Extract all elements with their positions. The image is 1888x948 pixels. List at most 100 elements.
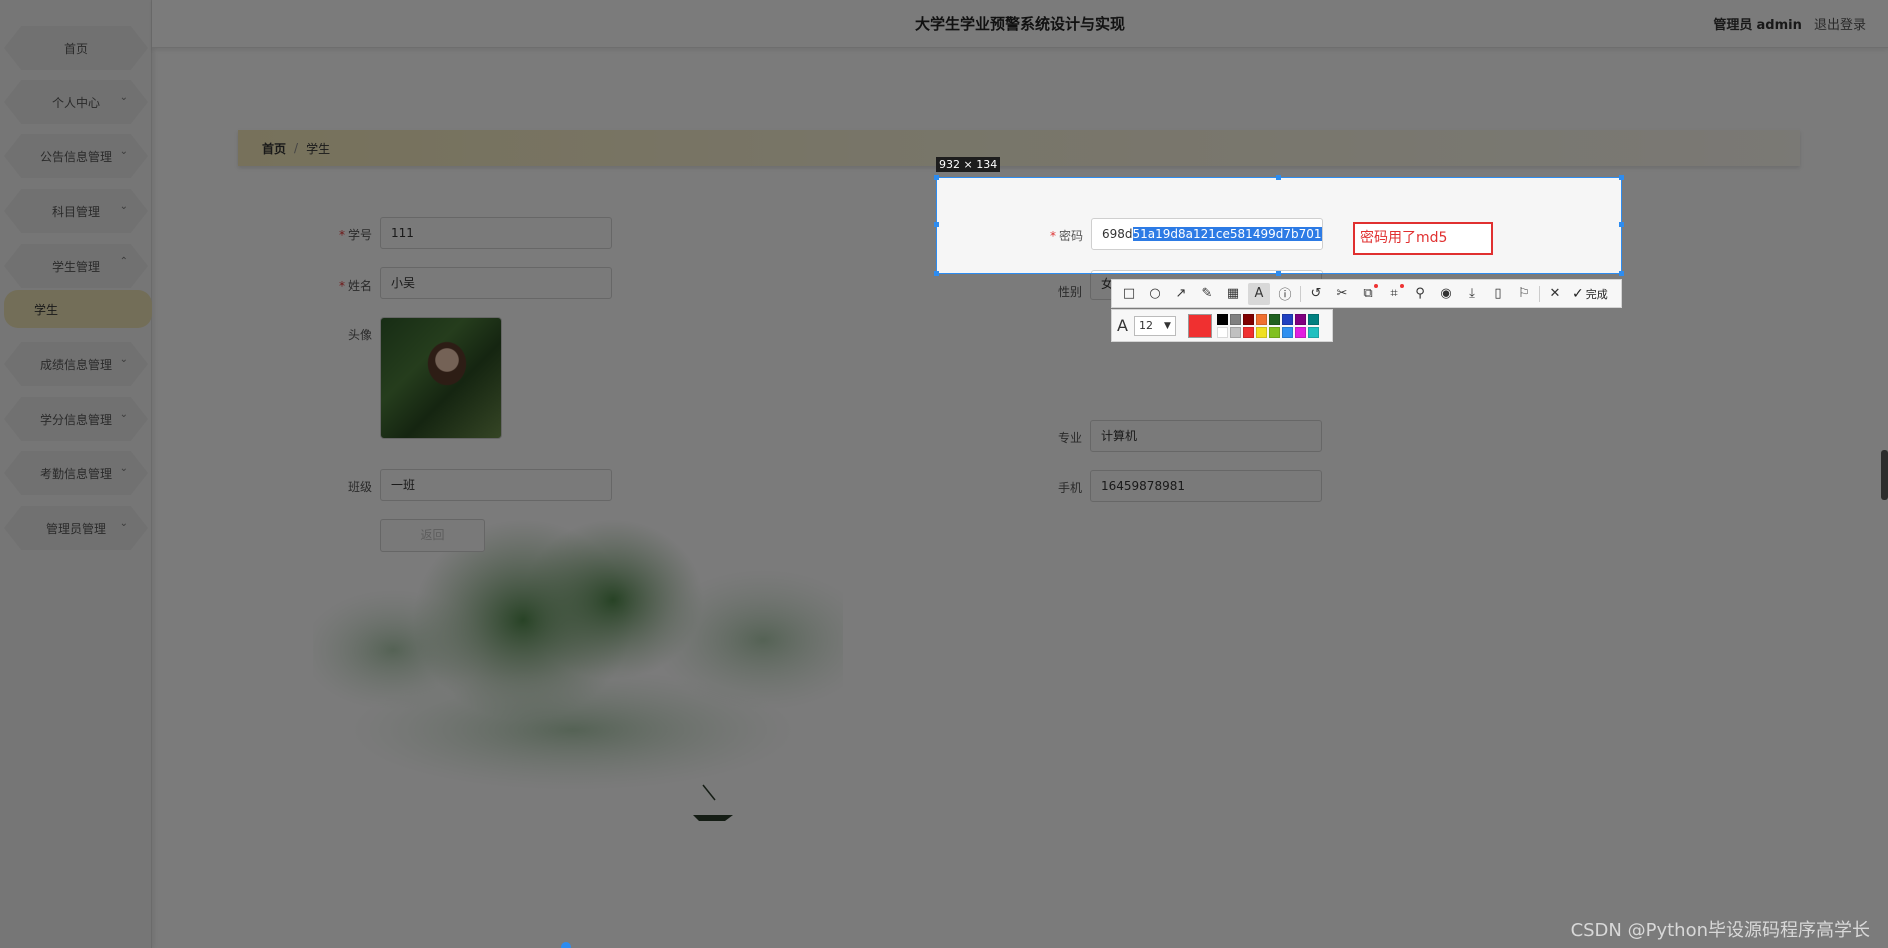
color-swatch[interactable] (1242, 326, 1254, 338)
page-scrollbar[interactable] (1881, 450, 1888, 500)
bookmark-icon[interactable]: ⚐ (1513, 283, 1535, 305)
sidebar-item-profile[interactable]: 个人中心 ⌄ (4, 80, 148, 124)
student-id-label: * 学号 (338, 228, 372, 242)
sidebar-item-attendance[interactable]: 考勤信息管理 ⌄ (4, 451, 148, 495)
resize-handle[interactable] (1619, 222, 1624, 227)
font-size-select[interactable]: 12 ▼ (1133, 315, 1176, 336)
check-icon: ✓ (1572, 285, 1584, 302)
translate-icon[interactable]: ⧉ (1357, 283, 1379, 305)
watermark: CSDN @Python毕设源码程序高学长 (1570, 920, 1870, 941)
password-field[interactable]: 698d51a19d8a121ce581499d7b701668 (1091, 218, 1323, 250)
text-annotation[interactable]: 密码用了md5 (1353, 222, 1493, 255)
color-swatch[interactable] (1307, 326, 1319, 338)
pin-icon[interactable]: ⚲ (1409, 283, 1431, 305)
color-swatch[interactable] (1255, 313, 1267, 325)
done-label: 完成 (1585, 287, 1608, 301)
ellipse-icon[interactable]: ○ (1144, 283, 1166, 305)
chevron-down-icon: ⌄ (119, 463, 128, 474)
text-icon[interactable]: A (1248, 282, 1270, 305)
ocr-icon[interactable]: ⌗ (1383, 283, 1405, 305)
sidebar-item-credits[interactable]: 学分信息管理 ⌄ (4, 397, 148, 441)
close-icon[interactable]: ✕ (1544, 283, 1566, 305)
sidebar-item-label: 公告信息管理 (39, 149, 112, 164)
capture-selection[interactable]: *密码 698d51a19d8a121ce581499d7b701668 密码用… (936, 177, 1622, 274)
sidebar-item-label: 个人中心 (51, 95, 100, 110)
done-button[interactable]: ✓ 完成 (1572, 286, 1608, 302)
phone-icon[interactable]: ▯ (1487, 283, 1509, 305)
sidebar-item-label: 学生管理 (51, 259, 100, 274)
color-swatch[interactable] (1294, 326, 1306, 338)
major-field[interactable]: 计算机 (1090, 420, 1322, 452)
arrow-icon[interactable]: ↗ (1170, 283, 1192, 305)
record-icon[interactable]: ◉ (1435, 283, 1457, 305)
color-swatch[interactable] (1216, 326, 1228, 338)
color-swatch[interactable] (1307, 313, 1319, 325)
sidebar-item-admins[interactable]: 管理员管理 ⌄ (4, 506, 148, 550)
back-button[interactable]: 返回 (380, 519, 485, 552)
sidebar-item-label: 考勤信息管理 (39, 466, 112, 481)
color-swatch[interactable] (1229, 313, 1241, 325)
sidebar-item-students[interactable]: 学生管理 ⌃ (4, 244, 148, 288)
sidebar-item-grades[interactable]: 成绩信息管理 ⌄ (4, 342, 148, 386)
breadcrumb-separator: / (294, 141, 299, 155)
undo-icon[interactable]: ↺ (1305, 283, 1327, 305)
selection-size-label: 932 × 134 (936, 157, 1001, 172)
resize-handle[interactable] (1619, 175, 1624, 180)
student-id-field[interactable]: 111 (380, 217, 612, 249)
user-name: admin (1756, 18, 1802, 33)
color-swatch[interactable] (1281, 313, 1293, 325)
resize-handle[interactable] (1276, 271, 1281, 276)
color-swatch[interactable] (1255, 326, 1267, 338)
sidebar-subitem-label: 学生 (34, 302, 59, 317)
download-icon[interactable]: ⤓ (1461, 283, 1483, 305)
color-palette (1216, 313, 1319, 338)
resize-handle[interactable] (1276, 175, 1281, 180)
avatar-image[interactable] (380, 317, 502, 439)
sidebar-item-home[interactable]: 首页 (4, 26, 148, 70)
color-swatch[interactable] (1281, 326, 1293, 338)
chevron-down-icon: ⌄ (119, 409, 128, 420)
major-label: 专业 (1057, 431, 1082, 445)
rectangle-icon[interactable]: □ (1118, 283, 1140, 305)
color-swatch[interactable] (1216, 313, 1228, 325)
password-label: * 密码 (1049, 229, 1083, 243)
resize-handle[interactable] (934, 222, 939, 227)
color-swatch[interactable] (1242, 313, 1254, 325)
number-icon[interactable]: ⓘ (1274, 283, 1296, 305)
gender-label: 性别 (1057, 285, 1082, 299)
color-swatch[interactable] (1268, 313, 1280, 325)
color-swatch[interactable] (1294, 313, 1306, 325)
password-text: 698d (1102, 227, 1133, 241)
ink-landscape-image (313, 520, 843, 821)
sidebar-item-label: 科目管理 (51, 204, 100, 219)
current-color-swatch[interactable] (1187, 313, 1212, 338)
sidebar-item-label: 成绩信息管理 (39, 357, 112, 372)
breadcrumb: 首页 / 学生 (238, 130, 1800, 166)
cut-icon[interactable]: ✂ (1331, 283, 1353, 305)
sidebar-subitem-student[interactable]: 学生 (4, 290, 152, 328)
name-label: * 姓名 (338, 279, 372, 293)
chevron-down-icon: ⌄ (119, 354, 128, 365)
chevron-down-icon: ⌄ (119, 201, 128, 212)
sidebar-item-label: 学分信息管理 (39, 412, 112, 427)
gender-select-top (1091, 270, 1323, 273)
breadcrumb-current: 学生 (306, 141, 331, 156)
mosaic-icon[interactable]: ▦ (1222, 283, 1244, 305)
breadcrumb-home[interactable]: 首页 (262, 140, 286, 157)
class-field[interactable]: 一班 (380, 469, 612, 501)
chevron-down-icon: ⌄ (119, 146, 128, 157)
app-title: 大学生学业预警系统设计与实现 (914, 15, 1125, 33)
resize-handle[interactable] (934, 175, 939, 180)
phone-field[interactable]: 16459878981 (1090, 470, 1322, 502)
name-field[interactable]: 小吴 (380, 267, 612, 299)
sidebar-item-subjects[interactable]: 科目管理 ⌄ (4, 189, 148, 233)
chevron-down-icon: ⌄ (119, 518, 128, 529)
avatar-label: 头像 (347, 328, 372, 342)
pencil-icon[interactable]: ✎ (1196, 283, 1218, 305)
resize-handle[interactable] (934, 271, 939, 276)
resize-handle[interactable] (1619, 271, 1624, 276)
color-swatch[interactable] (1268, 326, 1280, 338)
color-swatch[interactable] (1229, 326, 1241, 338)
sidebar-item-notices[interactable]: 公告信息管理 ⌄ (4, 134, 148, 178)
logout-link[interactable]: 退出登录 (1814, 18, 1866, 33)
